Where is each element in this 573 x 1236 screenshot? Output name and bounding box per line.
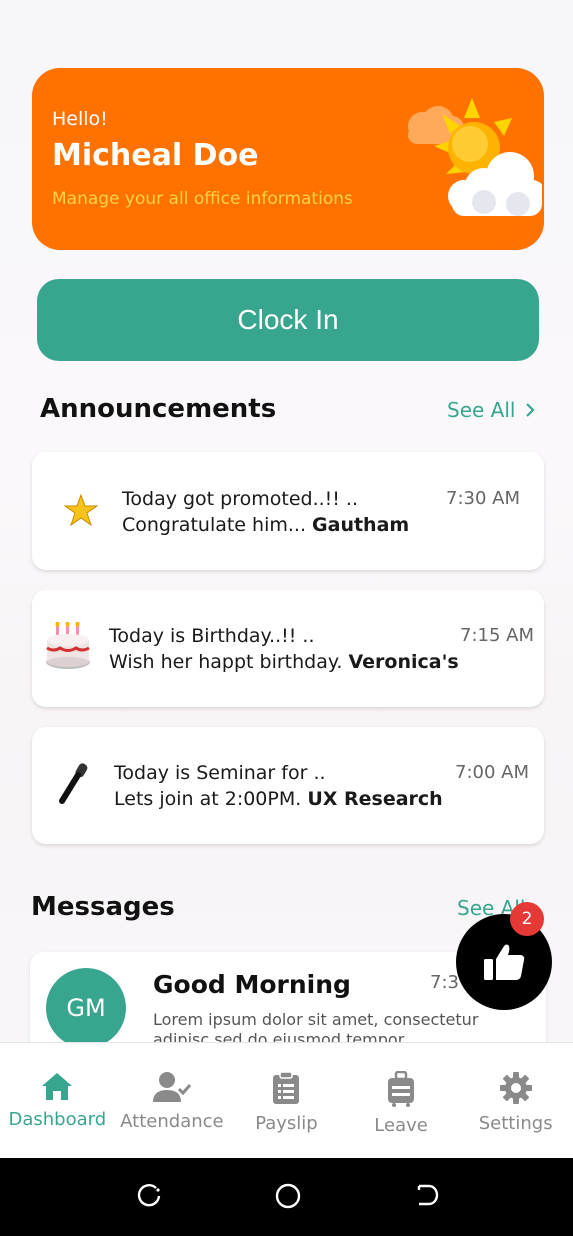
message-title: Good Morning [153,970,351,999]
gear-icon [499,1072,532,1104]
announcement-title: Today is Seminar for .. [114,762,326,784]
see-all-label: See All [447,398,516,422]
announcement-time: 7:30 AM [446,488,520,509]
announcement-person: Gautham [312,514,410,536]
home-button-icon[interactable] [274,1182,302,1210]
nav-label: Settings [478,1113,553,1134]
avatar: GM [46,968,126,1048]
announcement-card[interactable]: Today got promoted..!! .. Congratulate h… [32,452,544,570]
nav-settings[interactable]: Settings [458,1043,573,1158]
luggage-icon [388,1071,415,1107]
nav-label: Leave [374,1115,428,1136]
home-icon [42,1073,73,1100]
announcement-title: Today got promoted..!! .. [122,488,359,510]
nav-label: Attendance [120,1111,224,1132]
birthday-cake-icon [46,622,90,669]
banner-subtitle: Manage your all office informations [52,189,353,209]
announcement-time: 7:15 AM [460,625,534,646]
messages-title: Messages [31,892,175,922]
chevron-right-icon [526,403,535,417]
greeting-text: Hello! [52,108,108,130]
system-navigation-bar [0,1158,573,1236]
nav-attendance[interactable]: Attendance [115,1043,230,1158]
nav-leave[interactable]: Leave [344,1043,459,1158]
user-check-icon [152,1072,192,1102]
star-icon [64,494,98,526]
welcome-banner: Hello! Micheal Doe Manage your all offic… [32,68,544,250]
announcements-see-all[interactable]: See All [447,398,536,422]
nav-label: Dashboard [8,1109,107,1130]
announcement-detail: Congratulate him... Gautham [122,514,410,536]
recent-apps-icon[interactable] [136,1182,162,1208]
notification-badge: 2 [510,902,544,936]
user-name: Micheal Doe [52,138,259,173]
announcement-time: 7:00 AM [455,762,529,783]
announcements-title: Announcements [40,394,277,424]
thumbs-up-icon [484,944,525,980]
nav-dashboard[interactable]: Dashboard [0,1043,115,1158]
announcement-card[interactable]: Today is Birthday..!! .. Wish her happt … [32,590,544,707]
bottom-navigation: Dashboard Attendance Payslip Leave Setti… [0,1042,573,1158]
clock-in-button[interactable]: Clock In [37,279,539,361]
announcement-topic: UX Research [307,788,443,810]
clipboard-icon [273,1071,300,1104]
weather-sun-cloud-icon [408,98,542,216]
like-fab-button[interactable]: 2 [456,902,552,1010]
message-time: 7:3 [430,972,459,993]
nav-label: Payslip [255,1113,318,1134]
announcement-person: Veronica's [348,651,459,673]
announcement-card[interactable]: Today is Seminar for .. Lets join at 2:0… [32,727,544,844]
nav-payslip[interactable]: Payslip [229,1043,344,1158]
back-icon[interactable] [413,1182,439,1208]
announcement-detail: Wish her happt birthday. Veronica's [109,651,459,673]
announcement-title: Today is Birthday..!! .. [109,625,315,647]
microphone-icon [59,763,88,804]
announcement-detail: Lets join at 2:00PM. UX Research [114,788,443,810]
